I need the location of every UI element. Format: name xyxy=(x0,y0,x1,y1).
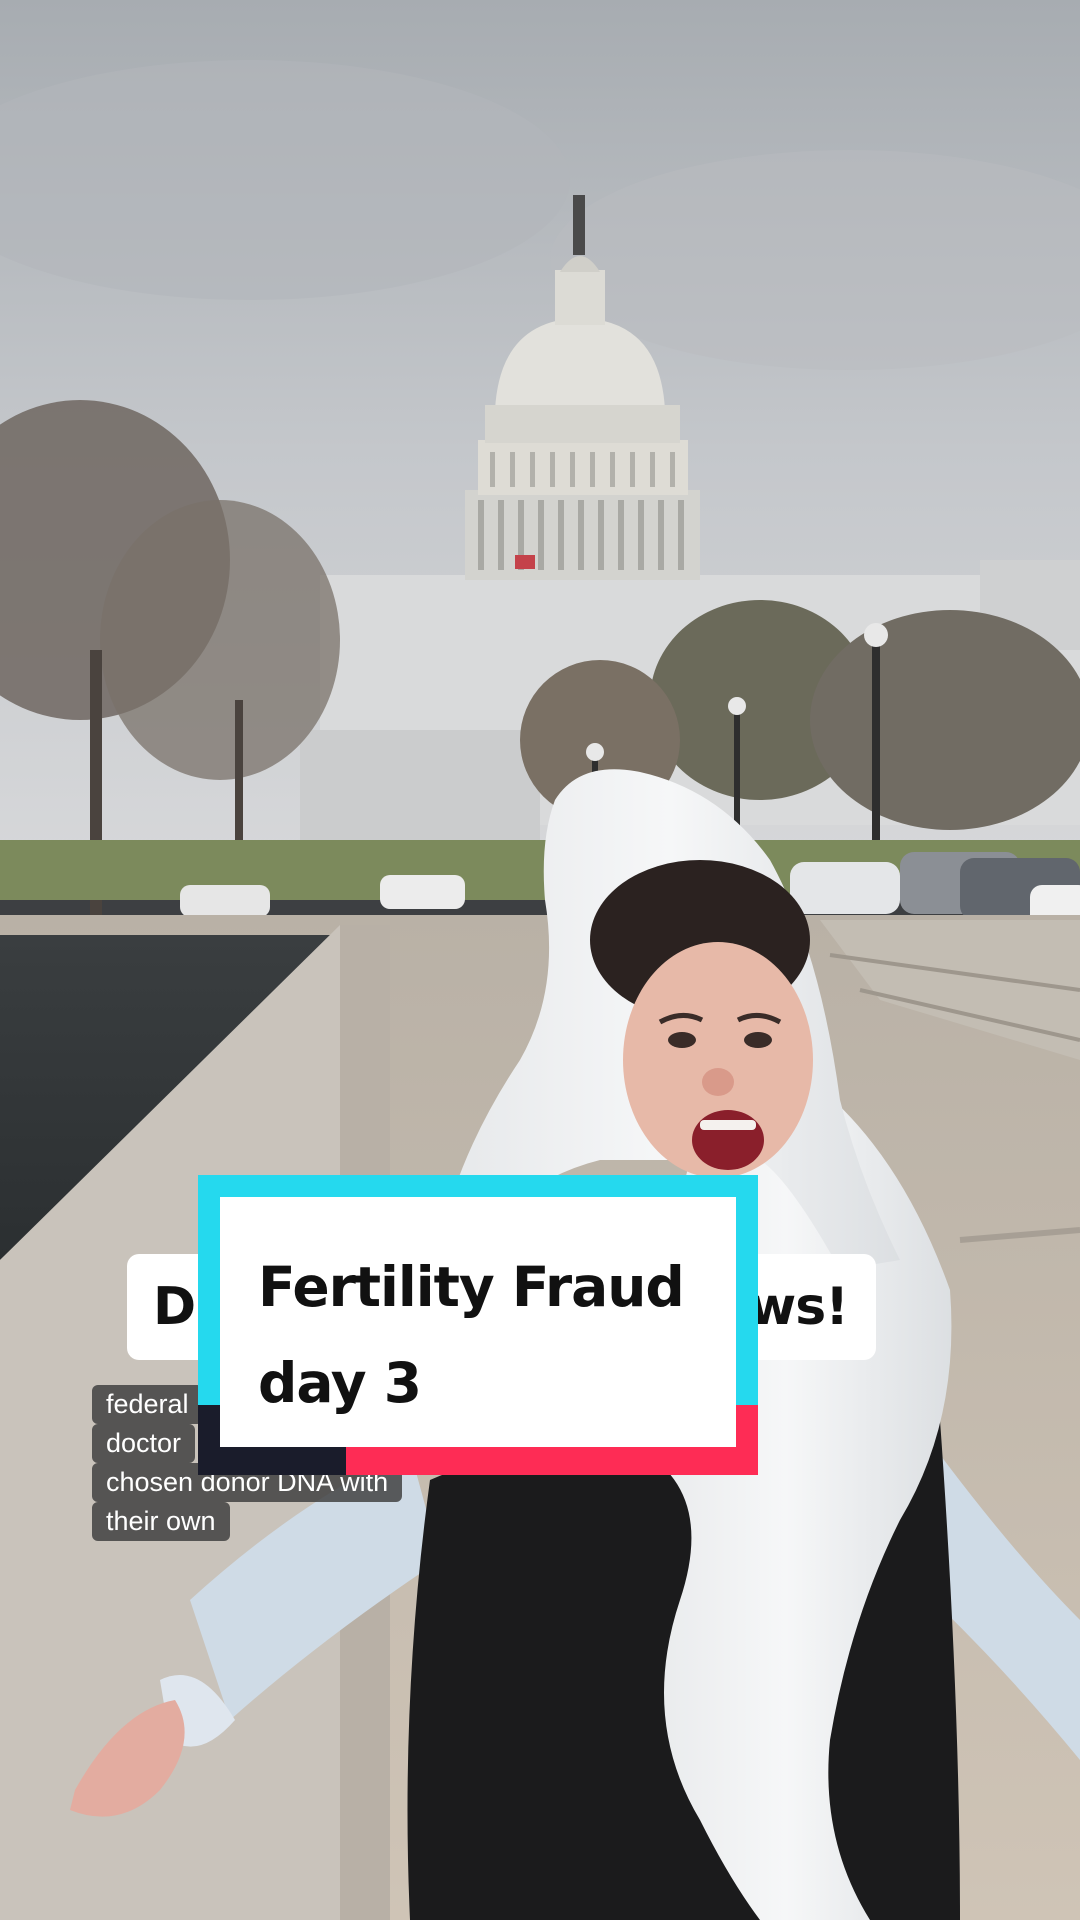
caption-line: federal xyxy=(92,1385,203,1424)
title-line-1: Fertility Fraud xyxy=(258,1255,685,1319)
scene-image xyxy=(0,0,1080,1920)
title-card-panel: Fertility Fraud day 3 xyxy=(220,1197,736,1447)
sticker-text-right: ws! xyxy=(748,1277,849,1337)
title-line-2: day 3 xyxy=(258,1351,422,1415)
sticker-text-left: D xyxy=(153,1277,196,1337)
video-frame: D ws! federal doctor chosen donor DNA wi… xyxy=(0,0,1080,1920)
title-card: Fertility Fraud day 3 xyxy=(198,1175,758,1475)
caption-line: doctor xyxy=(92,1424,196,1463)
caption-line: their own xyxy=(92,1502,230,1541)
